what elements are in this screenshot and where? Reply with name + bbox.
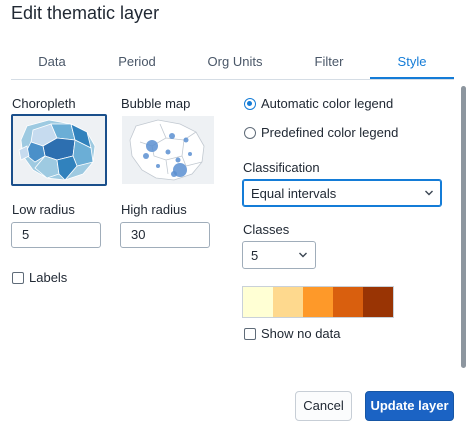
scrollbar-thumb[interactable] [461, 86, 466, 368]
show-no-data-checkbox[interactable] [244, 328, 256, 340]
predefined-color-legend-radio[interactable] [244, 127, 256, 139]
bubble-map-option[interactable] [120, 114, 216, 186]
tab-org-units[interactable]: Org Units [181, 48, 289, 79]
predefined-color-legend-label: Predefined color legend [261, 125, 399, 140]
color-scale[interactable] [242, 286, 394, 318]
show-no-data-label: Show no data [261, 326, 341, 341]
choropleth-option[interactable] [11, 114, 107, 186]
chevron-down-icon [299, 252, 307, 258]
chevron-down-icon [425, 190, 433, 196]
classification-value: Equal intervals [251, 186, 337, 201]
labels-checkbox-label: Labels [29, 270, 68, 285]
classification-label: Classification [243, 160, 320, 175]
high-radius-label: High radius [121, 202, 187, 217]
choropleth-map-image [13, 116, 105, 184]
color-swatch [273, 287, 303, 317]
color-swatch [363, 287, 393, 317]
choropleth-label: Choropleth [12, 96, 76, 111]
automatic-color-legend-label: Automatic color legend [261, 96, 394, 111]
classes-value: 5 [251, 248, 259, 263]
color-swatch [333, 287, 363, 317]
color-swatch [243, 287, 273, 317]
dialog-title: Edit thematic layer [11, 3, 160, 23]
tab-data[interactable]: Data [11, 48, 93, 79]
low-radius-label: Low radius [12, 202, 75, 217]
bubble-map-image [122, 116, 214, 184]
tab-bar: Data Period Org Units Filter Style [11, 48, 454, 80]
tab-filter[interactable]: Filter [289, 48, 369, 79]
high-radius-input[interactable]: 30 [120, 222, 210, 248]
low-radius-input[interactable]: 5 [11, 222, 101, 248]
classification-select[interactable]: Equal intervals [242, 179, 442, 207]
bubble-map-label: Bubble map [121, 96, 191, 111]
tab-style[interactable]: Style [370, 48, 454, 79]
automatic-color-legend-radio[interactable] [244, 98, 256, 110]
tab-period[interactable]: Period [93, 48, 181, 79]
labels-checkbox[interactable] [12, 272, 24, 284]
classes-label: Classes [243, 222, 290, 237]
update-layer-button[interactable]: Update layer [365, 391, 454, 421]
cancel-button[interactable]: Cancel [295, 391, 352, 421]
classes-select[interactable]: 5 [242, 241, 316, 269]
color-swatch [303, 287, 333, 317]
